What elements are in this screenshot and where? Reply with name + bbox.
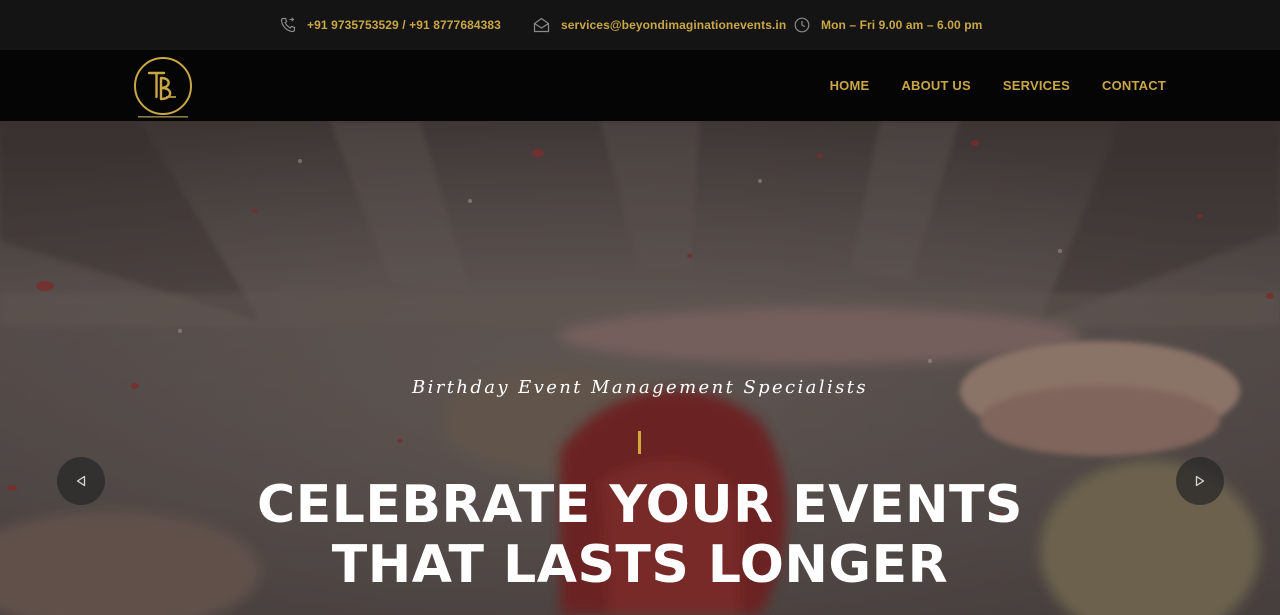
phone-icon xyxy=(280,17,296,33)
email-address: services@beyondimaginationevents.in xyxy=(561,18,787,32)
hero-title-line-1: CELEBRATE YOUR EVENTS xyxy=(257,475,1023,535)
hero-subtitle: Birthday Event Management Specialists xyxy=(411,377,869,398)
phone-info[interactable]: +91 9735753529 / +91 8777684383 xyxy=(280,0,501,50)
hours-info: Mon – Fri 9.00 am – 6.00 pm xyxy=(794,0,982,50)
nav-about-us[interactable]: ABOUT US xyxy=(901,78,971,93)
main-navbar: HOME ABOUT US SERVICES CONTACT xyxy=(0,50,1280,121)
chevron-left-icon xyxy=(76,475,86,487)
phone-numbers: +91 9735753529 / +91 8777684383 xyxy=(307,18,501,32)
hero-title-line-2: THAT LASTS LONGER xyxy=(331,535,949,595)
slider-next-button[interactable] xyxy=(1176,457,1224,505)
hero-slider: Birthday Event Management Specialists CE… xyxy=(0,121,1280,615)
clock-icon xyxy=(794,17,810,33)
nav-contact[interactable]: CONTACT xyxy=(1102,78,1166,93)
mail-icon xyxy=(533,17,550,33)
hero-divider xyxy=(638,431,641,454)
nav-home[interactable]: HOME xyxy=(830,78,870,93)
primary-nav: HOME ABOUT US SERVICES CONTACT xyxy=(798,50,1166,121)
hero-title: CELEBRATE YOUR EVENTS THAT LASTS LONGER xyxy=(0,475,1280,595)
top-info-bar: +91 9735753529 / +91 8777684383 services… xyxy=(0,0,1280,50)
chevron-right-icon xyxy=(1195,475,1205,487)
slider-prev-button[interactable] xyxy=(57,457,105,505)
brand-logo[interactable] xyxy=(130,53,196,119)
opening-hours: Mon – Fri 9.00 am – 6.00 pm xyxy=(821,18,983,32)
nav-services[interactable]: SERVICES xyxy=(1003,78,1070,93)
email-info[interactable]: services@beyondimaginationevents.in xyxy=(533,0,786,50)
